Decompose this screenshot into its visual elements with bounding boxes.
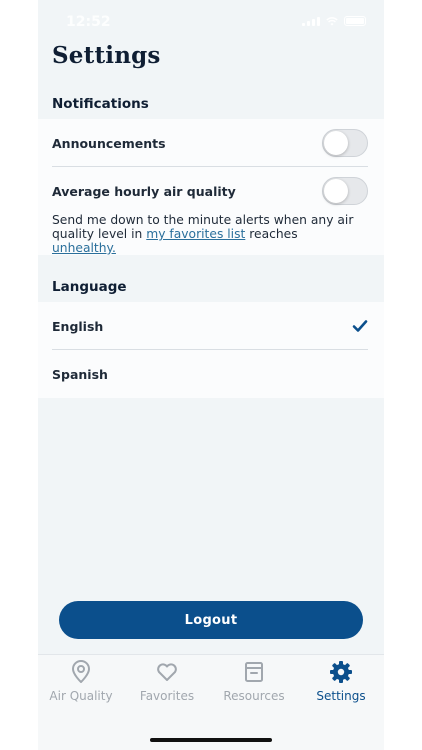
tab-favorites[interactable]: Favorites — [124, 659, 210, 711]
gear-icon — [330, 661, 352, 683]
logout-button[interactable]: Logout — [59, 601, 363, 639]
archive-box-icon — [245, 662, 263, 682]
page-title: Settings — [52, 42, 161, 69]
signal-icon — [302, 16, 320, 26]
heart-icon — [157, 663, 177, 681]
announcements-toggle[interactable] — [322, 129, 368, 157]
announcements-label: Announcements — [52, 135, 166, 151]
tab-bar: Air Quality Favorites Resources Settings — [38, 654, 384, 750]
tab-label: Favorites — [139, 689, 195, 703]
language-label-spanish: Spanish — [52, 366, 108, 382]
tab-air-quality[interactable]: Air Quality — [38, 659, 124, 711]
toggle-knob — [324, 131, 348, 155]
air-quality-alerts-row: Average hourly air quality — [52, 167, 368, 215]
language-section-title: Language — [52, 279, 127, 295]
favorites-list-link[interactable]: my favorites list — [146, 227, 245, 241]
language-label-english: English — [52, 318, 104, 334]
battery-icon — [344, 16, 366, 26]
language-option-spanish[interactable]: Spanish — [52, 350, 368, 398]
wifi-icon — [326, 16, 338, 25]
tab-settings[interactable]: Settings — [298, 659, 384, 711]
tab-label: Resources — [223, 689, 285, 703]
tab-label: Settings — [316, 689, 366, 703]
unhealthy-link[interactable]: unhealthy. — [52, 241, 116, 255]
language-option-english[interactable]: English — [52, 302, 368, 350]
description-text: reaches — [245, 227, 298, 241]
status-time: 12:52 — [66, 14, 111, 30]
status-bar: 12:52 — [38, 0, 384, 44]
air-quality-alerts-label: Average hourly air quality — [52, 183, 236, 199]
tab-label: Air Quality — [49, 689, 113, 703]
home-indicator — [150, 738, 272, 742]
tab-resources[interactable]: Resources — [211, 659, 297, 711]
notifications-section-title: Notifications — [52, 96, 149, 112]
status-icons — [302, 16, 366, 26]
toggle-knob — [324, 179, 348, 203]
announcements-row: Announcements — [52, 119, 368, 167]
phone-screen: 12:52 Settings Notifications Announcemen… — [38, 0, 384, 750]
language-card: English Spanish — [38, 302, 384, 398]
location-pin-icon — [72, 660, 90, 683]
checkmark-icon — [352, 320, 368, 332]
air-quality-alerts-toggle[interactable] — [322, 177, 368, 205]
alerts-description: Send me down to the minute alerts when a… — [52, 213, 364, 255]
